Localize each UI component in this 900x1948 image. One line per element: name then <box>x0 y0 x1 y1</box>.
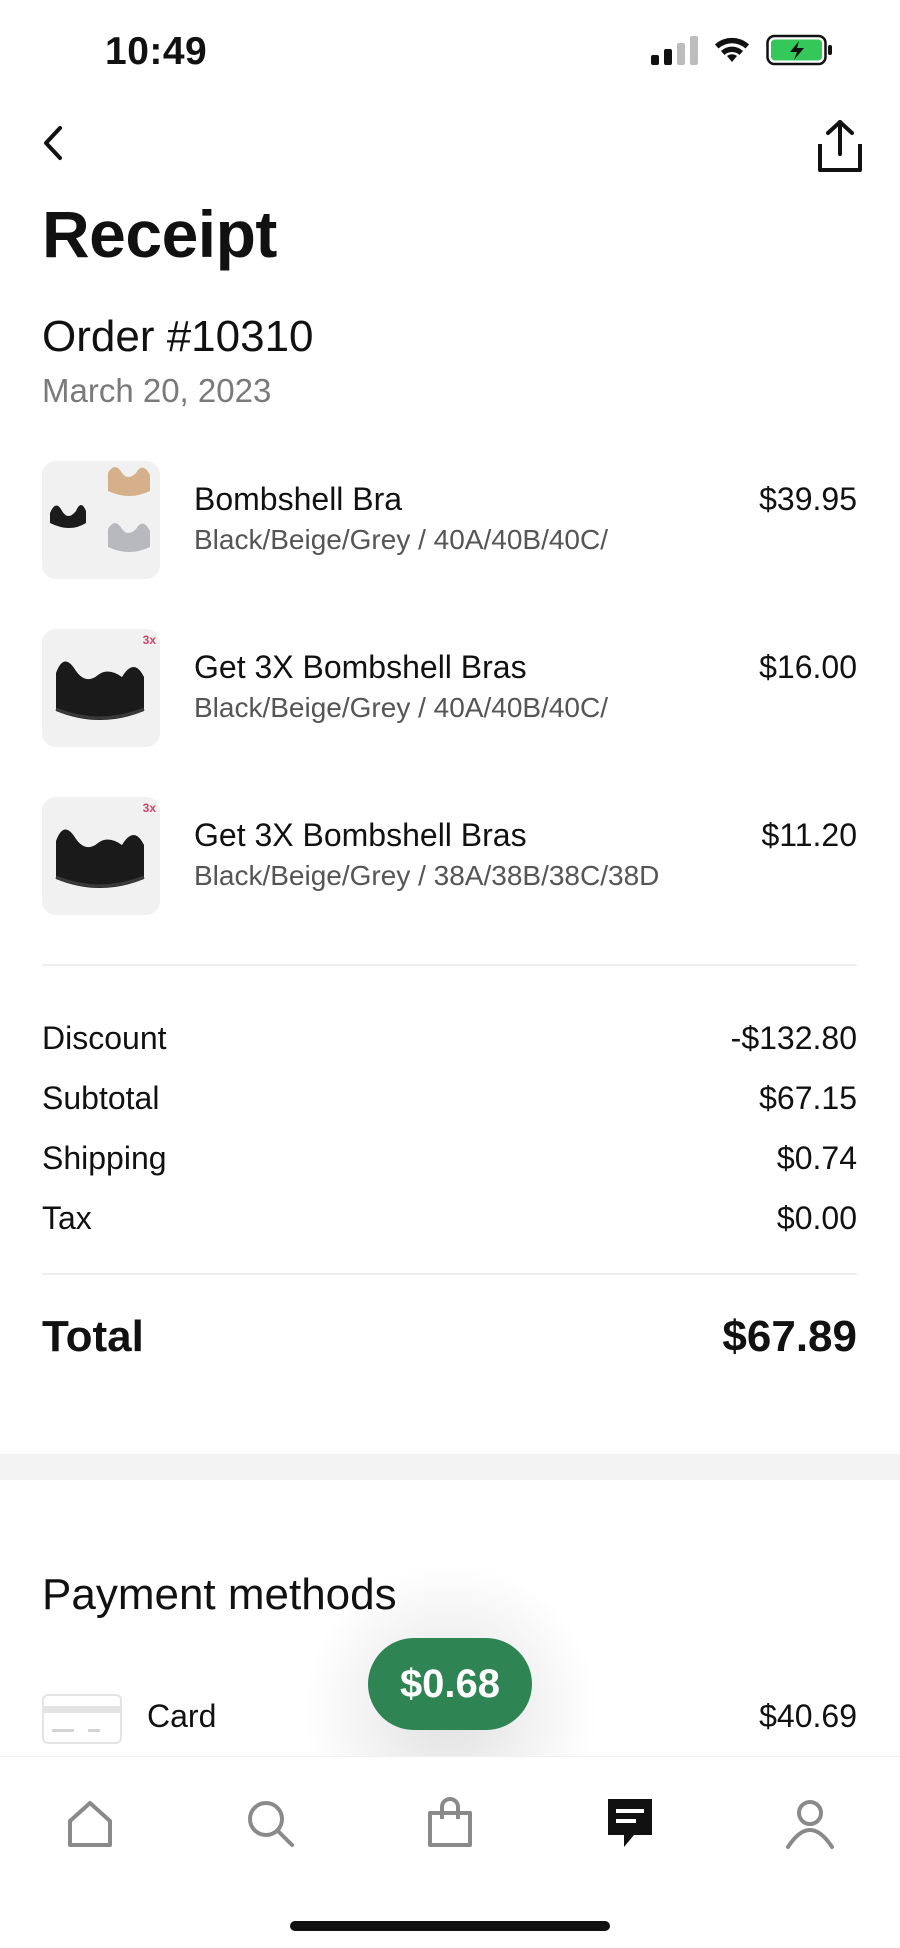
summary-value: -$132.80 <box>730 1020 857 1056</box>
receipt-icon <box>608 1799 652 1847</box>
item-variant: Black/Beige/Grey / 40A/40B/40C/ <box>194 524 608 555</box>
share-button[interactable] <box>814 118 866 174</box>
line-item[interactable]: Bombshell Bra Black/Beige/Grey / 40A/40B… <box>42 461 857 579</box>
status-time: 10:49 <box>105 30 208 73</box>
status-icons <box>651 34 834 66</box>
floating-amount-badge[interactable]: $0.68 <box>368 1638 532 1730</box>
badge-3x: 3x <box>142 801 156 815</box>
nav-shop[interactable] <box>422 1795 478 1851</box>
home-indicator <box>290 1921 610 1931</box>
shopping-bag-icon <box>428 1797 472 1847</box>
nav-search[interactable] <box>242 1795 298 1851</box>
item-name: Get 3X Bombshell Bras <box>194 817 527 853</box>
page-title: Receipt <box>42 197 277 271</box>
line-item[interactable]: 3x Get 3X Bombshell Bras Black/Beige/Gre… <box>42 797 857 915</box>
summary-row-shipping: Shipping $0.74 <box>42 1140 857 1184</box>
chevron-left-icon <box>44 126 62 160</box>
back-button[interactable] <box>30 118 80 168</box>
order-date: March 20, 2023 <box>42 372 272 409</box>
profile-icon <box>786 1800 834 1849</box>
summary-label: Discount <box>42 1020 167 1056</box>
nav-orders[interactable] <box>602 1795 658 1851</box>
item-price: $11.20 <box>761 817 858 853</box>
summary-row-subtotal: Subtotal $67.15 <box>42 1080 857 1124</box>
wifi-icon <box>715 37 749 62</box>
summary-label: Tax <box>42 1200 92 1236</box>
product-thumbnail: 3x <box>42 797 160 915</box>
item-name: Get 3X Bombshell Bras <box>194 649 527 685</box>
nav-home[interactable] <box>62 1795 118 1851</box>
credit-card-icon <box>42 1694 122 1744</box>
summary-value: $0.00 <box>776 1200 857 1236</box>
payment-method-amount: $40.69 <box>759 1698 857 1734</box>
total-label: Total <box>42 1312 144 1361</box>
total-value: $67.89 <box>722 1312 857 1361</box>
share-icon <box>818 120 862 172</box>
bottom-nav <box>0 1756 900 1948</box>
line-item[interactable]: 3x Get 3X Bombshell Bras Black/Beige/Gre… <box>42 629 857 747</box>
item-variant: Black/Beige/Grey / 38A/38B/38C/38D <box>194 860 660 891</box>
summary-label: Shipping <box>42 1140 167 1176</box>
battery-icon <box>766 34 832 66</box>
payment-method-label: Card <box>147 1698 217 1734</box>
summary-label: Subtotal <box>42 1080 160 1116</box>
nav-account[interactable] <box>782 1795 838 1851</box>
cellular-signal-icon <box>651 35 698 65</box>
product-thumbnail: 3x <box>42 629 160 747</box>
item-name: Bombshell Bra <box>194 481 403 517</box>
item-price: $16.00 <box>759 649 857 685</box>
summary-row-discount: Discount -$132.80 <box>42 1020 857 1064</box>
section-separator <box>0 1454 900 1480</box>
badge-3x: 3x <box>142 633 156 647</box>
order-number: Order #10310 <box>42 312 314 361</box>
divider <box>42 964 857 966</box>
summary-value: $0.74 <box>776 1140 857 1176</box>
product-thumbnail <box>42 461 160 579</box>
summary-value: $67.15 <box>759 1080 857 1116</box>
item-price: $39.95 <box>759 481 857 517</box>
summary-row-tax: Tax $0.00 <box>42 1200 857 1244</box>
home-icon <box>68 1801 112 1847</box>
search-icon <box>248 1801 294 1847</box>
divider <box>42 1273 857 1275</box>
item-variant: Black/Beige/Grey / 40A/40B/40C/ <box>194 692 608 723</box>
